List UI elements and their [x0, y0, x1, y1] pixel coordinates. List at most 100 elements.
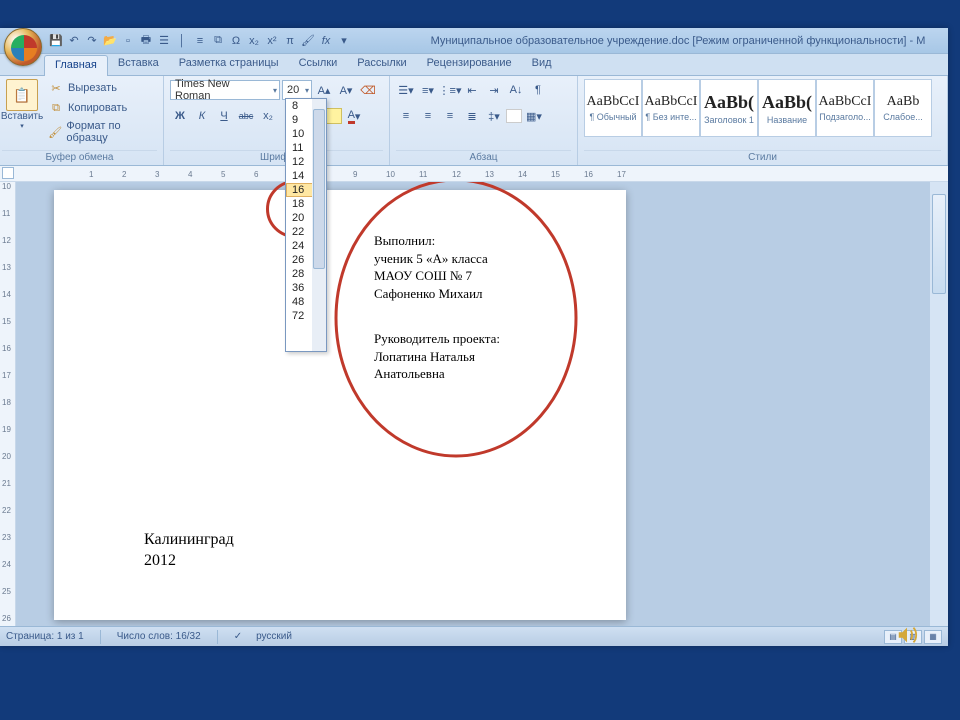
chevron-down-icon: ▾: [305, 86, 309, 95]
status-language[interactable]: русский: [256, 631, 292, 642]
undo-icon[interactable]: ↶: [66, 33, 82, 49]
status-bar: Страница: 1 из 1 Число слов: 16/32 ✓ рус…: [0, 626, 948, 646]
font-size-dropdown[interactable]: 891011121416182022242628364872: [285, 98, 327, 352]
page[interactable]: Выполнил: ученик 5 «А» класса МАОУ СОШ №…: [54, 190, 626, 620]
document-area: 1011121314151617181920212223242526 Выпол…: [0, 182, 948, 630]
align-center-button[interactable]: ≡: [418, 106, 438, 126]
ruler-horizontal[interactable]: 1234567891011121314151617: [0, 166, 948, 182]
tab-review[interactable]: Рецензирование: [417, 54, 522, 75]
copy-button[interactable]: ⧉Копировать: [46, 99, 157, 117]
qat-extra6-icon[interactable]: π: [282, 33, 298, 49]
dropdown-scrollbar[interactable]: [312, 99, 326, 351]
brush-icon: 🖌: [48, 124, 62, 140]
subscript-button[interactable]: x₂: [258, 106, 278, 126]
tab-mailings[interactable]: Рассылки: [347, 54, 416, 75]
increase-indent-button[interactable]: ⇥: [484, 80, 504, 100]
clear-format-button[interactable]: ⌫: [358, 80, 378, 100]
decrease-indent-button[interactable]: ⇤: [462, 80, 482, 100]
show-marks-button[interactable]: ¶: [528, 80, 548, 100]
text-block-supervisor[interactable]: Руководитель проекта: Лопатина Наталья А…: [374, 330, 500, 383]
qat-sep: │: [174, 33, 190, 49]
proofing-icon[interactable]: ✓: [234, 631, 242, 642]
office-button[interactable]: [4, 28, 42, 66]
style-normal[interactable]: AaBbCcI¶ Обычный: [584, 79, 642, 137]
bold-button[interactable]: Ж: [170, 106, 190, 126]
group-paragraph-label: Абзац: [396, 150, 571, 165]
sort-button[interactable]: A↓: [506, 80, 526, 100]
tab-home[interactable]: Главная: [44, 55, 108, 76]
redo-icon[interactable]: ↷: [84, 33, 100, 49]
scrollbar-thumb[interactable]: [313, 109, 325, 269]
style-nospacing[interactable]: AaBbCcI¶ Без инте...: [642, 79, 700, 137]
qat-extra4-icon[interactable]: x₂: [246, 33, 262, 49]
qat-extra5-icon[interactable]: x²: [264, 33, 280, 49]
print-icon[interactable]: 🖶: [138, 33, 154, 49]
status-words[interactable]: Число слов: 16/32: [117, 631, 201, 642]
style-heading1[interactable]: AaBb(Заголовок 1: [700, 79, 758, 137]
cut-icon: ✂: [48, 80, 64, 96]
shading-button[interactable]: [506, 109, 522, 123]
align-left-button[interactable]: ≡: [396, 106, 416, 126]
numbering-button[interactable]: ≡▾: [418, 80, 438, 100]
group-styles-label: Стили: [584, 150, 941, 165]
shrink-font-button[interactable]: A▾: [336, 80, 356, 100]
style-title[interactable]: AaBb(Название: [758, 79, 816, 137]
styles-gallery[interactable]: AaBbCcI¶ Обычный AaBbCcI¶ Без инте... Aa…: [584, 79, 941, 137]
view-web-icon[interactable]: ▦: [924, 630, 942, 644]
bullets-button[interactable]: ☰▾: [396, 80, 416, 100]
group-font: Times New Roman▾ 20▾ A▴ A▾ ⌫ Ж К Ч abc x…: [164, 76, 390, 165]
paste-button[interactable]: 📋 Вставить ▾: [2, 79, 42, 141]
ruler-vertical[interactable]: 1011121314151617181920212223242526: [0, 182, 16, 630]
line-spacing-button[interactable]: ‡▾: [484, 106, 504, 126]
qat-extra3-icon[interactable]: Ω: [228, 33, 244, 49]
qat-fx-icon[interactable]: fx: [318, 33, 334, 49]
speaker-icon: [896, 624, 918, 646]
grow-font-button[interactable]: A▴: [314, 80, 334, 100]
cut-button[interactable]: ✂Вырезать: [46, 79, 157, 97]
qat-extra2-icon[interactable]: ⧉: [210, 33, 226, 49]
format-painter-button[interactable]: 🖌Формат по образцу: [46, 119, 157, 145]
save-icon[interactable]: 💾: [48, 33, 64, 49]
scrollbar-thumb[interactable]: [932, 194, 946, 294]
style-emphasis[interactable]: AaBbСлабое...: [874, 79, 932, 137]
tab-references[interactable]: Ссылки: [289, 54, 348, 75]
tab-view[interactable]: Вид: [522, 54, 562, 75]
group-clipboard: 📋 Вставить ▾ ✂Вырезать ⧉Копировать 🖌Форм…: [0, 76, 164, 165]
paste-label: Вставить: [1, 111, 43, 122]
qat-dropdown-icon[interactable]: ▾: [336, 33, 352, 49]
justify-button[interactable]: ≣: [462, 106, 482, 126]
strike-button[interactable]: abc: [236, 106, 256, 126]
new-icon[interactable]: ▫: [120, 33, 136, 49]
font-name-select[interactable]: Times New Roman▾: [170, 80, 280, 100]
qat-more-icon[interactable]: ☰: [156, 33, 172, 49]
qat-extra7-icon[interactable]: 🖌: [300, 33, 316, 49]
title-bar: 💾 ↶ ↷ 📂 ▫ 🖶 ☰ │ ≡ ⧉ Ω x₂ x² π 🖌 fx ▾ Мун…: [0, 28, 948, 54]
group-font-label: Шрифт: [170, 150, 383, 165]
text-block-footer[interactable]: Калининград 2012: [144, 530, 234, 572]
open-icon[interactable]: 📂: [102, 33, 118, 49]
underline-button[interactable]: Ч: [214, 106, 234, 126]
ribbon-tabs: Главная Вставка Разметка страницы Ссылки…: [0, 54, 948, 76]
italic-button[interactable]: К: [192, 106, 212, 126]
status-page[interactable]: Страница: 1 из 1: [6, 631, 84, 642]
multilevel-button[interactable]: ⋮≡▾: [440, 80, 460, 100]
align-right-button[interactable]: ≡: [440, 106, 460, 126]
group-styles: AaBbCcI¶ Обычный AaBbCcI¶ Без инте... Aa…: [578, 76, 948, 165]
ruler-corner-icon[interactable]: [2, 167, 14, 179]
qat-extra1-icon[interactable]: ≡: [192, 33, 208, 49]
chevron-down-icon: ▾: [273, 86, 277, 95]
tab-layout[interactable]: Разметка страницы: [169, 54, 289, 75]
word-window: 💾 ↶ ↷ 📂 ▫ 🖶 ☰ │ ≡ ⧉ Ω x₂ x² π 🖌 fx ▾ Мун…: [0, 28, 948, 646]
borders-button[interactable]: ▦▾: [524, 106, 544, 126]
paste-icon: 📋: [6, 79, 38, 111]
vertical-scrollbar[interactable]: [930, 182, 948, 630]
style-subtitle[interactable]: AaBbCcIПодзаголо...: [816, 79, 874, 137]
document-scroll[interactable]: Выполнил: ученик 5 «А» класса МАОУ СОШ №…: [16, 182, 948, 630]
tab-insert[interactable]: Вставка: [108, 54, 169, 75]
font-size-select[interactable]: 20▾: [282, 80, 312, 100]
group-clipboard-label: Буфер обмена: [2, 150, 157, 165]
text-block-author[interactable]: Выполнил: ученик 5 «А» класса МАОУ СОШ №…: [374, 232, 488, 302]
copy-icon: ⧉: [48, 100, 64, 116]
font-color-button[interactable]: A▾: [344, 106, 364, 126]
ribbon: 📋 Вставить ▾ ✂Вырезать ⧉Копировать 🖌Форм…: [0, 76, 948, 166]
